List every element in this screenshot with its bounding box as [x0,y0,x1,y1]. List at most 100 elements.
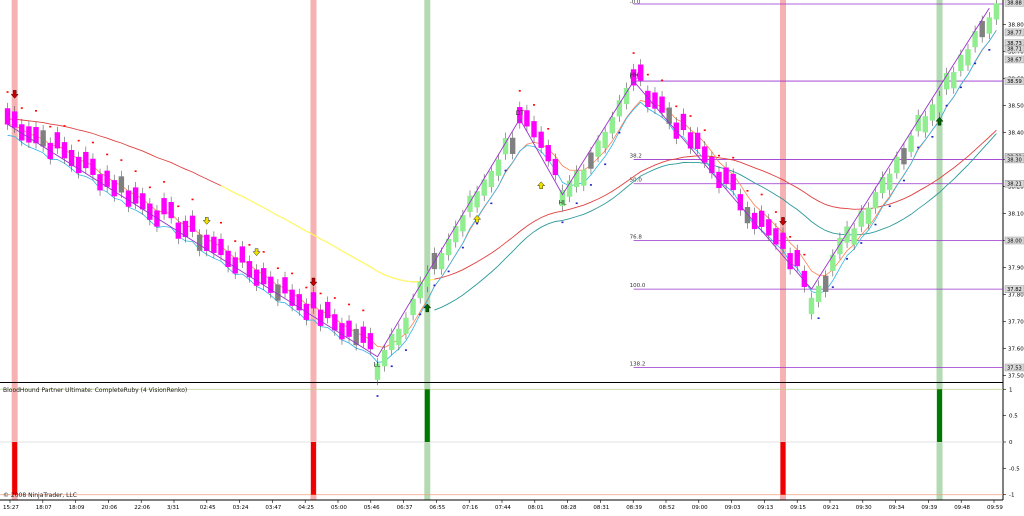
trailing-stop-dot [376,395,379,397]
price-marker-label: 38.21 [1007,182,1022,188]
price-marker-label: 38.71 [1007,47,1022,53]
zigzag-path [7,7,990,358]
candle-body [901,148,907,165]
candle-body [616,100,623,117]
candle-body [396,328,402,345]
trailing-stop-dot [219,221,222,224]
signal-band-red [310,0,317,500]
indicator-panel: 1 0.5 0 -0.5 -1 [0,387,1020,499]
x-tick-label: 22:06 [134,505,150,511]
candle-body [645,90,651,108]
candle-body [189,215,196,232]
indicator-bar [424,389,430,442]
x-tick-label: 08:52 [659,505,675,511]
indicator-label: BloodHound Partner Ultimate: CompleteRub… [3,387,188,394]
candle-body [4,108,11,125]
x-tick-label: 3/31 [167,505,179,511]
candle-body [61,142,68,159]
candle-body [253,269,260,286]
candle-body [830,254,836,271]
indicator-y-label: -1 [1009,493,1014,499]
trailing-stop-dot [646,73,649,76]
indicator-y-label: -0.5 [1009,466,1020,472]
candle-body [132,187,139,204]
x-tick-label: 06:55 [429,505,445,511]
x-tick-label: 02:45 [200,505,216,511]
copyright-text: © 2008 NinjaTrader, LLC [3,492,77,499]
candle-body [495,159,502,176]
x-tick-label: 04:25 [298,505,314,511]
trailing-stop-dot [305,286,308,289]
fib-label: 138.2 [630,361,646,367]
price-marker-label: 37.53 [1007,365,1022,371]
trailing-stop-dot [888,205,891,207]
renko-candles [4,0,1000,386]
trailing-stop-dot [533,104,536,106]
candle-body [11,111,18,128]
y-tick-label: 38.40 [1008,130,1024,136]
candle-body [936,96,943,113]
y-tick-label: 37.60 [1008,347,1024,353]
candle-body [260,268,267,285]
x-tick-label: 07:44 [495,505,511,511]
x-tick-label: 09:00 [692,505,708,511]
trailing-stop-dot [789,236,792,238]
fib-label-top: -0.0 [630,0,641,6]
chart-root: 0.038.250.076.8100.0138.2-0.0 LLDTHLHH 3… [0,0,1024,512]
zigzag-label: LL [374,362,381,369]
trailing-stop-dot [49,125,52,128]
candle-body [758,210,765,227]
candle-body [161,198,167,215]
candle-body [702,146,708,163]
trailing-stop-dot [917,146,920,149]
candle-body [509,137,516,154]
candle-body [381,350,388,367]
indicator-y-label: 0 [1009,440,1013,446]
trailing-stop-dot [276,267,279,270]
ema-mid-line [7,30,997,363]
x-tick-label: 09:59 [987,505,1003,511]
candle-body [865,207,872,224]
y-tick-label: 37.90 [1008,266,1024,272]
trailing-stop-dot [974,62,977,65]
x-tick-label: 06:37 [397,505,413,511]
x-tick-label: 09:30 [856,505,872,511]
trailing-stop-dot [675,105,678,108]
price-axis: 37.5037.6037.7037.8037.9038.0038.1038.20… [1003,0,1024,380]
trailing-stop-dot [333,297,336,299]
trailing-stop-dot [490,202,493,205]
candle-body [908,135,914,152]
price-marker-label: 38.77 [1007,30,1022,36]
x-tick-label: 18:07 [36,505,52,511]
trailing-stop-dot [846,258,849,260]
x-tick-label: 15:27 [3,505,19,511]
candle-body [609,117,615,134]
trailing-stop-dot [177,205,180,208]
minor-arrow-up [537,181,546,189]
trailing-stop-dot [35,110,38,112]
candle-body [822,275,829,292]
signal-band-red [11,0,18,500]
y-tick-label: 38.50 [1008,103,1024,109]
x-tick-label: 08:01 [528,505,544,511]
candle-body [588,152,594,169]
candle-body [951,72,957,89]
trailing-stop-dot [959,86,962,89]
candle-body [118,176,125,193]
candle-body [332,314,338,331]
price-marker-label: 38.00 [1007,238,1022,244]
candle-body [602,131,608,149]
trailing-stop-dot [632,52,635,54]
trailing-stop-dot [234,240,237,242]
candle-body [339,323,345,340]
candle-body [360,326,366,343]
candle-body [766,219,772,236]
trailing-stop-dot [703,129,706,132]
candle-body [54,132,61,149]
indicator-bar [937,389,943,442]
ema-slow-line [7,118,997,283]
x-tick-label: 20:06 [101,505,117,511]
candle-body [282,277,288,294]
trailing-stop-dot [91,141,94,144]
x-tick-label: 09:21 [823,505,839,511]
